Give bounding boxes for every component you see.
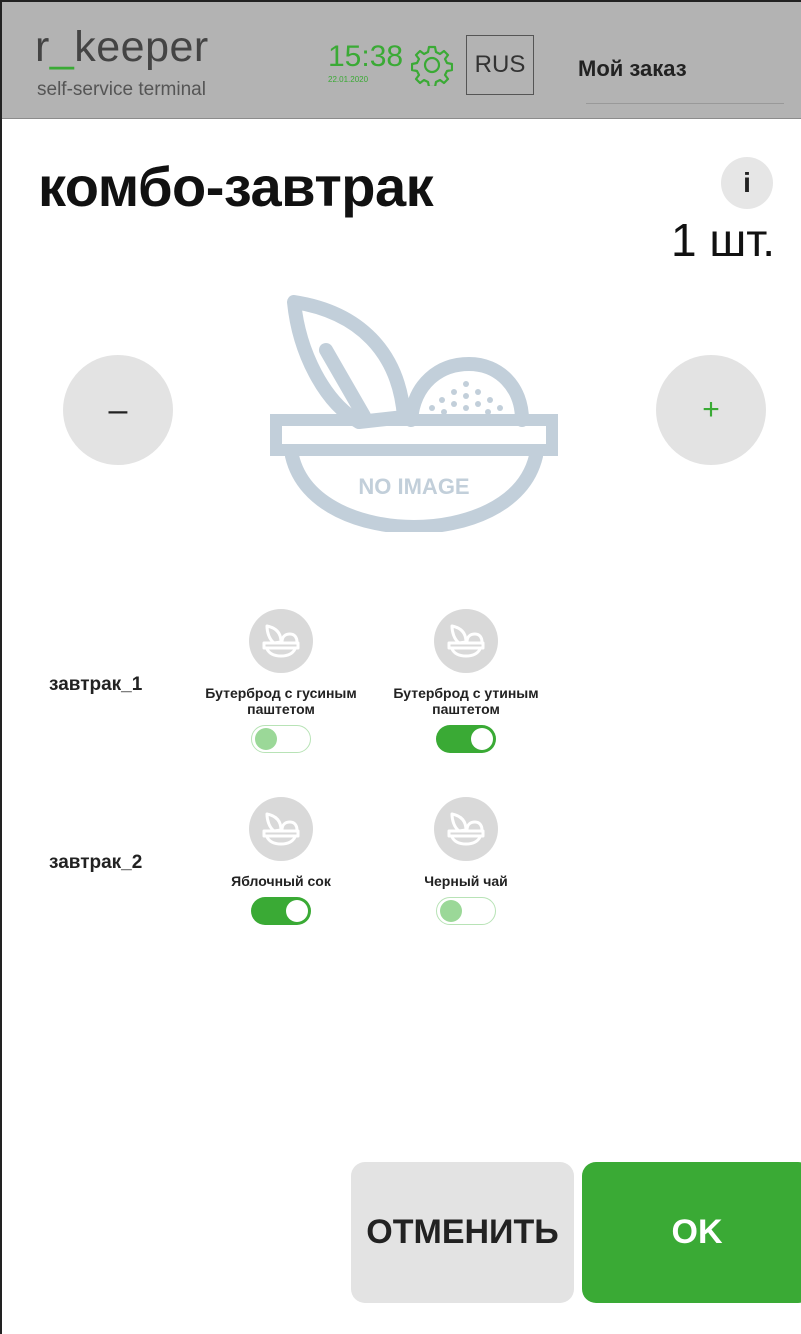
option-toggle[interactable]	[436, 897, 496, 925]
option-name: Бутерброд с гусиным паштетом	[205, 685, 357, 717]
no-image-bowl-icon	[262, 624, 300, 658]
option-name: Черный чай	[424, 873, 508, 889]
decrease-quantity-button[interactable]: –	[63, 355, 173, 465]
group-label: завтрак_2	[49, 852, 143, 873]
clock-time: 15:38	[328, 40, 404, 73]
ok-button[interactable]: OK	[582, 1162, 801, 1303]
logo-subtitle: self-service terminal	[37, 79, 206, 100]
info-button[interactable]: i	[721, 157, 773, 209]
no-image-bowl-icon	[262, 812, 300, 846]
toggle-knob	[471, 728, 493, 750]
option-toggle[interactable]	[251, 725, 311, 753]
plus-icon: +	[702, 393, 720, 426]
group-label: завтрак_1	[49, 674, 143, 695]
toggle-knob	[255, 728, 277, 750]
logo: r_keeper	[35, 26, 209, 69]
minus-icon: –	[108, 390, 128, 429]
cancel-button[interactable]: ОТМЕНИТЬ	[351, 1162, 574, 1303]
option-image	[434, 609, 498, 673]
option-item: Яблочный сок	[186, 797, 376, 925]
no-image-bowl-icon: NO IMAGE	[270, 295, 558, 532]
no-image-bowl-icon	[447, 812, 485, 846]
increase-quantity-button[interactable]: +	[656, 355, 766, 465]
option-item: Черный чай	[371, 797, 561, 925]
clock-date: 22.01.2020	[328, 75, 369, 84]
no-image-bowl-icon	[447, 624, 485, 658]
option-image	[249, 609, 313, 673]
product-title: комбо-завтрак	[38, 155, 434, 218]
option-toggle[interactable]	[251, 897, 311, 925]
no-image-text: NO IMAGE	[358, 474, 469, 499]
option-name: Бутерброд с утиным паштетом	[393, 685, 539, 717]
language-button[interactable]: RUS	[466, 35, 534, 95]
toggle-knob	[286, 900, 308, 922]
logo-suffix: keeper	[74, 23, 209, 71]
option-toggle[interactable]	[436, 725, 496, 753]
option-image	[249, 797, 313, 861]
info-icon: i	[743, 167, 751, 198]
order-divider	[586, 103, 784, 104]
gear-icon[interactable]	[411, 44, 453, 86]
option-item: Бутерброд с гусиным паштетом	[186, 609, 376, 753]
quantity-display: 1 шт.	[670, 214, 775, 266]
option-name: Яблочный сок	[231, 873, 331, 889]
toggle-knob	[440, 900, 462, 922]
screen: r_keeper self-service terminal 15:38 22.…	[0, 0, 801, 1334]
option-image	[434, 797, 498, 861]
my-order-title[interactable]: Мой заказ	[578, 56, 687, 82]
option-item: Бутерброд с утиным паштетом	[371, 609, 561, 753]
logo-prefix: r	[35, 23, 50, 71]
top-bar: r_keeper self-service terminal 15:38 22.…	[2, 2, 801, 119]
logo-underscore: _	[49, 23, 75, 71]
